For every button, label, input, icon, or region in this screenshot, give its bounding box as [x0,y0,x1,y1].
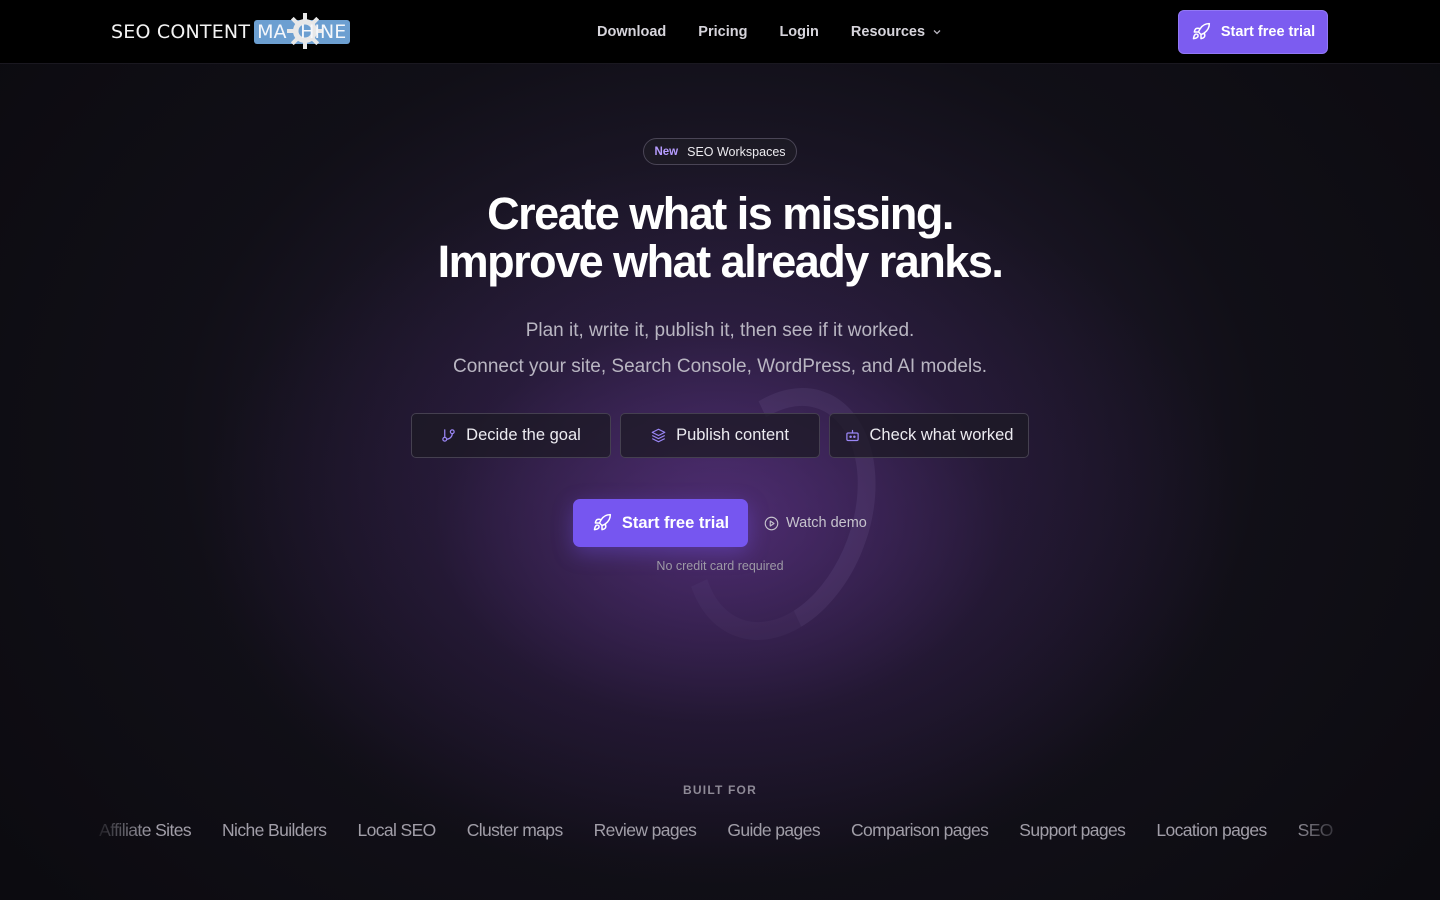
ticker-item: Comparison pages [850,820,989,840]
nav-link-login[interactable]: Login [779,24,818,40]
git-branch-icon [442,429,455,442]
logo[interactable]: SEO CONTENT MA HINE [111,12,351,52]
ticker-item: Review pages [593,820,697,840]
ticker-track: s Affiliate Sites Niche Builders Local S… [90,820,1333,841]
ticker-item: Niche Builders [222,820,327,840]
logo-badge-left: MA [257,21,287,43]
chevron-down-icon [933,30,941,35]
watch-demo-label: Watch demo [786,515,867,531]
hero-headline: Create what is missing. Improve what alr… [0,190,1440,286]
hero-subtitle-2: Connect your site, Search Console, WordP… [452,356,988,377]
step-publish-content[interactable]: Publish content [620,413,820,458]
pill-new-tag: New [654,145,679,158]
step-label: Check what worked [869,426,1014,444]
ticker-item: SEO [1297,820,1334,840]
built-for-heading: BUILT FOR [683,783,757,797]
logo-text: SEO CONTENT [111,21,251,43]
top-nav: SEO CONTENT MA HINE Download Pricing Log… [0,0,1440,64]
ticker-item: Affiliate Sites [99,820,191,840]
ticker-item: Cluster maps [466,820,563,840]
nav-start-trial-label: Start free trial [1220,24,1316,40]
headline-line-2: Improve what already ranks. [437,236,1004,287]
bot-icon [845,429,859,442]
pill-label: SEO Workspaces [687,144,786,159]
ticker-item: Guide pages [727,820,820,840]
nav-link-resources-label: Resources [850,24,926,40]
nav-link-resources[interactable]: Resources [851,24,942,40]
announcement-pill[interactable]: New SEO Workspaces [643,138,797,165]
step-label: Publish content [676,426,789,444]
ticker-item: Support pages [1019,820,1126,840]
steps-row: Decide the goal Publish content Check wh… [411,413,1029,458]
logo-badge-right: HINE [300,21,347,43]
step-check-worked[interactable]: Check what worked [829,413,1029,458]
no-credit-card-note: No credit card required [656,559,784,573]
rocket-icon [593,513,611,531]
nav-links: Download Pricing Login Resources [597,0,974,64]
ticker-item: Local SEO [357,820,436,840]
play-circle-icon [764,516,779,530]
watch-demo-link[interactable]: Watch demo [764,514,867,532]
headline-line-1: Create what is missing. [487,188,954,239]
built-for-ticker: s Affiliate Sites Niche Builders Local S… [90,820,1350,850]
hero-section: New SEO Workspaces Create what is missin… [0,64,1440,900]
ticker-item: Location pages [1156,820,1267,840]
step-decide-goal[interactable]: Decide the goal [411,413,611,458]
hero-start-trial-label: Start free trial [621,513,730,532]
nav-link-pricing[interactable]: Pricing [698,24,747,40]
nav-link-download[interactable]: Download [597,24,666,40]
hero-subtitle-1: Plan it, write it, publish it, then see … [525,320,915,341]
step-label: Decide the goal [466,426,581,444]
logo-badge: MA HINE [254,13,351,49]
nav-start-trial-button[interactable]: Start free trial [1178,10,1328,54]
hero-start-trial-button[interactable]: Start free trial [573,499,748,547]
rocket-icon [1192,22,1210,40]
layers-icon [651,428,666,443]
